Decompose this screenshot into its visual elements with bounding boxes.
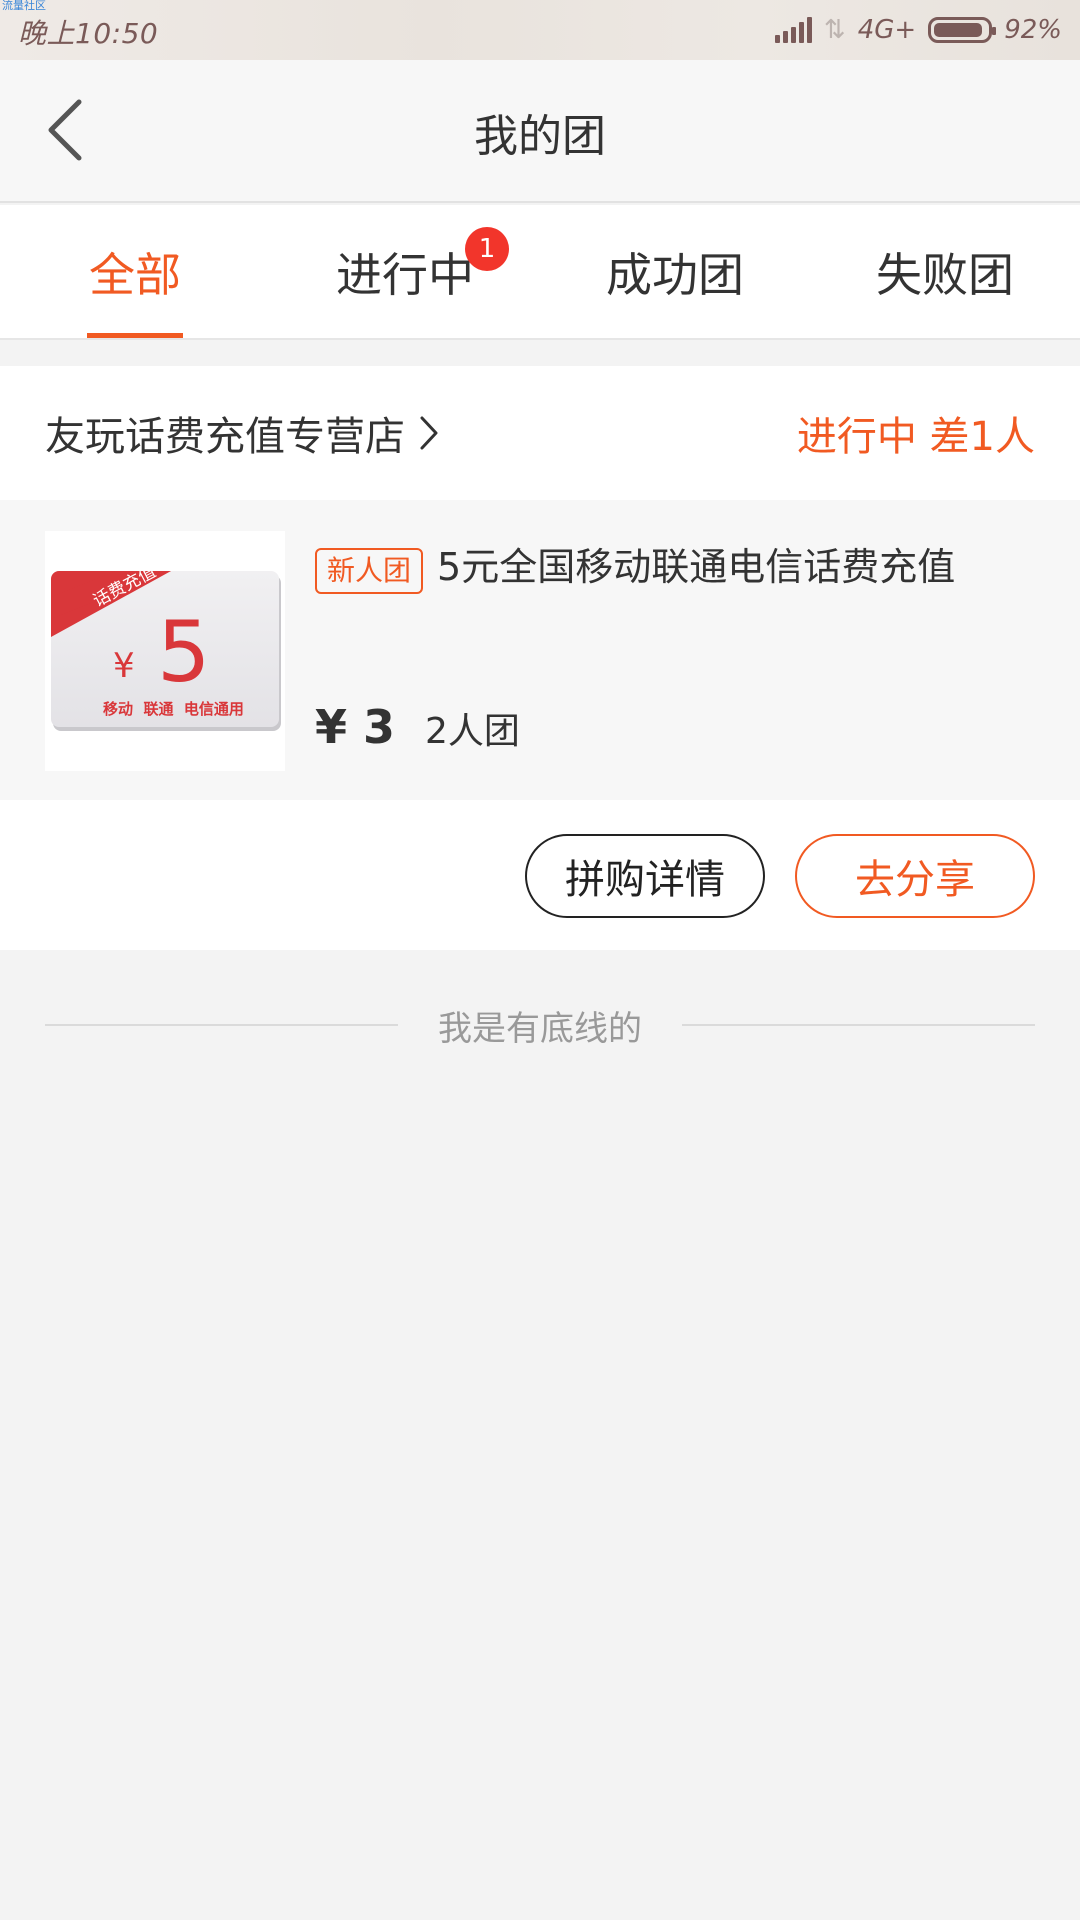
end-of-list-text: 我是有底线的 [438, 1008, 642, 1049]
store-link[interactable]: 友玩话费充值专营店 [45, 404, 439, 462]
count-badge: 1 [465, 227, 509, 271]
network-type: 4G+ [857, 15, 917, 45]
nav-bar: 我的团 [0, 60, 1080, 203]
signal-bars-icon [774, 17, 812, 43]
tab-label: 成功团 [606, 247, 744, 302]
chevron-right-icon [420, 416, 438, 450]
chevron-left-icon [48, 99, 82, 161]
divider [45, 1024, 398, 1026]
battery-percent: 92% [1004, 15, 1062, 45]
new-user-tag: 新人团 [315, 548, 424, 594]
end-of-list: 我是有底线的 [45, 1000, 1035, 1050]
price-line: ¥ 3 2人团 [315, 700, 520, 754]
tab-label: 失败团 [876, 247, 1014, 302]
back-button[interactable] [30, 95, 100, 165]
thumb-caption: 移动 联通 电信通用 [103, 700, 244, 718]
group-status: 进行中 差1人 [796, 414, 1035, 460]
tab-success[interactable]: 成功团 [540, 205, 810, 338]
thumb-amount: 5 [157, 603, 210, 701]
thumb-currency: ¥ [113, 646, 135, 686]
group-size: 2人团 [425, 711, 520, 752]
store-row: 友玩话费充值专营店 进行中 差1人 [0, 366, 1080, 500]
divider [682, 1024, 1035, 1026]
tab-all[interactable]: 全部 [0, 205, 270, 338]
tab-label: 全部 [89, 247, 181, 302]
status-bar: 流量社区 晚上10:50 ⇅ 4G+ 92% [0, 0, 1080, 60]
tab-in-progress[interactable]: 进行中 1 [270, 205, 540, 338]
share-button[interactable]: 去分享 [795, 834, 1035, 918]
title-line: 新人团 5元全国移动联通电信话费充值 [315, 540, 1040, 594]
tab-bar: 全部 进行中 1 成功团 失败团 [0, 205, 1080, 340]
product-title: 5元全国移动联通电信话费充值 [437, 545, 956, 589]
battery-icon [928, 17, 997, 43]
status-icons: ⇅ 4G+ 92% [774, 10, 1062, 50]
actions-row: 拼购详情 去分享 [0, 800, 1080, 950]
product-row[interactable]: 话费充值 ¥ 5 移动 联通 电信通用 新人团 5元全国移动联通电信话费充值 ¥… [0, 500, 1080, 800]
tab-label: 进行中 [336, 247, 474, 302]
product-info: 新人团 5元全国移动联通电信话费充值 [315, 540, 1040, 594]
group-detail-button[interactable]: 拼购详情 [525, 834, 765, 918]
page-title: 我的团 [474, 110, 606, 162]
tab-failed[interactable]: 失败团 [810, 205, 1080, 338]
status-time: 晚上10:50 [18, 17, 159, 50]
product-image: 话费充值 ¥ 5 移动 联通 电信通用 [45, 531, 285, 771]
data-arrows-icon: ⇅ [823, 15, 846, 45]
battery-fill [934, 23, 983, 37]
product-price: ¥ 3 [315, 700, 396, 754]
store-name: 友玩话费充值专营店 [45, 414, 405, 460]
recharge-card-image: 话费充值 ¥ 5 移动 联通 电信通用 [51, 562, 281, 731]
watermark: 流量社区 [2, 0, 46, 12]
